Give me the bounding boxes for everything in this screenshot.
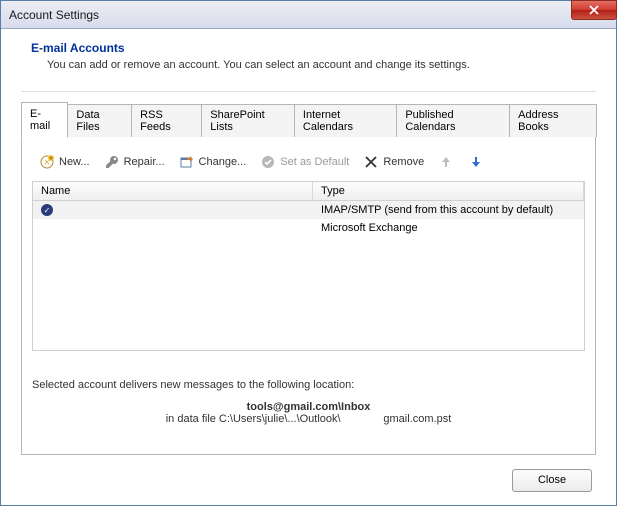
toolbar: New... Repair... Change... [32,147,585,181]
remove-icon [363,154,379,170]
column-header-type[interactable]: Type [313,182,584,200]
change-account-button[interactable]: Change... [174,151,252,173]
delivery-path: in data file C:\Users\julie\...\Outlook\… [32,413,585,425]
tab-data-files[interactable]: Data Files [67,104,132,137]
arrow-down-icon [468,154,484,170]
remove-account-button[interactable]: Remove [358,151,429,173]
account-type-cell: Microsoft Exchange [313,222,584,234]
tab-address-books[interactable]: Address Books [509,104,597,137]
close-button[interactable]: Close [512,469,592,492]
move-up-button [433,151,459,173]
repair-label: Repair... [124,156,165,168]
change-label: Change... [199,156,247,168]
close-window-button[interactable] [571,0,617,20]
account-name-cell: ✓ [33,204,313,216]
remove-label: Remove [383,156,424,168]
default-icon [260,154,276,170]
new-label: New... [59,156,90,168]
delivery-intro: Selected account delivers new messages t… [32,379,585,391]
repair-icon [104,154,120,170]
default-label: Set as Default [280,156,349,168]
repair-account-button[interactable]: Repair... [99,151,170,173]
account-row[interactable]: Microsoft Exchange [33,219,584,237]
move-down-button[interactable] [463,151,489,173]
set-default-button: Set as Default [255,151,354,173]
account-settings-window: Account Settings E-mail Accounts You can… [0,0,617,506]
tab-sharepoint-lists[interactable]: SharePoint Lists [201,104,295,137]
default-account-icon: ✓ [41,204,53,216]
grid-body: ✓ IMAP/SMTP (send from this account by d… [33,201,584,350]
titlebar: Account Settings [1,1,616,29]
dialog-footer: Close [21,455,596,505]
new-account-button[interactable]: New... [34,151,95,173]
account-type-cell: IMAP/SMTP (send from this account by def… [313,204,584,216]
tab-internet-calendars[interactable]: Internet Calendars [294,104,397,137]
header-block: E-mail Accounts You can add or remove an… [21,41,596,71]
tab-email[interactable]: E-mail [21,102,68,138]
account-row[interactable]: ✓ IMAP/SMTP (send from this account by d… [33,201,584,219]
grid-header: Name Type [33,182,584,201]
tabstrip: E-mail Data Files RSS Feeds SharePoint L… [21,101,596,137]
delivery-info: Selected account delivers new messages t… [32,379,585,425]
tab-published-calendars[interactable]: Published Calendars [396,104,510,137]
content-area: E-mail Accounts You can add or remove an… [1,29,616,505]
tab-panel-email: New... Repair... Change... [21,136,596,455]
change-icon [179,154,195,170]
column-header-name[interactable]: Name [33,182,313,200]
delivery-target: tools@gmail.com\Inbox in data file C:\Us… [32,401,585,425]
tab-rss-feeds[interactable]: RSS Feeds [131,104,202,137]
divider [21,91,596,92]
arrow-up-icon [438,154,454,170]
header-title: E-mail Accounts [31,41,596,55]
new-icon [39,154,55,170]
delivery-folder: tools@gmail.com\Inbox [32,401,585,413]
header-description: You can add or remove an account. You ca… [47,59,596,71]
window-title: Account Settings [9,8,99,22]
accounts-grid: Name Type ✓ IMAP/SMTP (send from this ac… [32,181,585,351]
close-icon [589,5,599,15]
